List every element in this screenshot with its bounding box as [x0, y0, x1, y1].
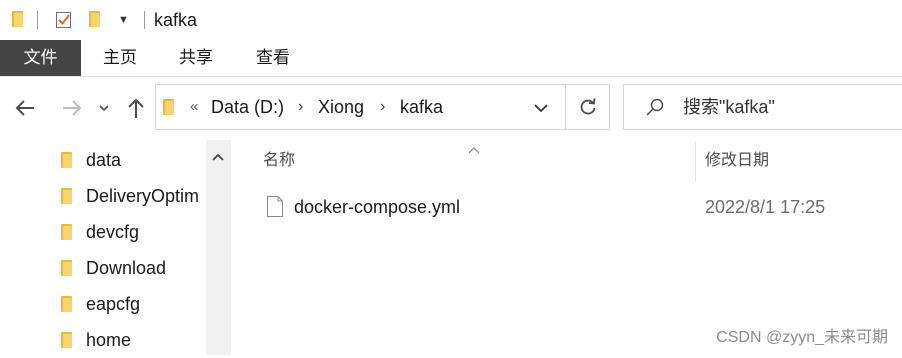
up-arrow-icon[interactable] — [126, 96, 146, 120]
tab-share[interactable]: 共享 — [168, 40, 224, 76]
folder-icon — [163, 99, 174, 115]
breadcrumb-overflow[interactable]: « — [190, 96, 198, 118]
tab-home[interactable]: 主页 — [92, 40, 148, 76]
file-row[interactable]: docker-compose.yml 2022/8/1 17:25 — [231, 189, 902, 225]
nav-item-label: eapcfg — [86, 294, 141, 314]
window-title: kafka — [154, 10, 198, 30]
breadcrumb-folder[interactable]: Xiong — [318, 96, 364, 118]
folder-icon — [61, 152, 72, 168]
nav-item-data[interactable]: data — [0, 142, 206, 178]
file-date-modified: 2022/8/1 17:25 — [705, 197, 826, 217]
chevron-down-icon[interactable] — [533, 101, 549, 115]
tab-file[interactable]: 文件 — [0, 40, 81, 76]
breadcrumb-drive[interactable]: Data (D:) — [211, 96, 284, 118]
title-bar: ▼ kafka — [0, 0, 902, 40]
tab-view[interactable]: 查看 — [244, 40, 302, 76]
sort-up-icon — [468, 141, 480, 154]
folder-icon — [61, 188, 72, 204]
folder-icon — [61, 332, 72, 348]
back-arrow-icon[interactable] — [14, 97, 36, 119]
checkmark-properties-icon[interactable] — [56, 11, 72, 29]
file-icon — [267, 196, 283, 217]
folder-icon — [61, 260, 72, 276]
nav-item-download[interactable]: Download — [0, 250, 206, 286]
nav-item-eapcfg[interactable]: eapcfg — [0, 286, 206, 322]
title-separator — [144, 11, 145, 29]
file-name: docker-compose.yml — [294, 197, 461, 217]
column-header-date-modified[interactable]: 修改日期 — [705, 150, 769, 172]
search-placeholder[interactable]: 搜索"kafka" — [683, 96, 775, 118]
nav-item-label: DeliveryOptim — [86, 186, 200, 206]
folder-icon — [61, 296, 72, 312]
search-icon — [645, 97, 665, 117]
nav-item-label: data — [86, 150, 122, 170]
nav-item-devcfg[interactable]: devcfg — [0, 214, 206, 250]
refresh-icon[interactable] — [578, 97, 598, 117]
breadcrumb-current[interactable]: kafka — [400, 96, 443, 118]
forward-arrow-icon[interactable] — [61, 97, 83, 119]
scroll-up-icon[interactable] — [211, 149, 225, 161]
recent-locations-icon[interactable] — [98, 101, 110, 113]
watermark: CSDN @zyyn_未来可期 — [716, 329, 888, 346]
chevron-right-icon[interactable]: › — [298, 96, 303, 118]
nav-item-home[interactable]: home — [0, 322, 206, 358]
nav-item-label: devcfg — [86, 222, 140, 242]
nav-scrollbar[interactable] — [206, 140, 231, 355]
nav-item-label: Download — [86, 258, 167, 278]
new-folder-icon[interactable] — [89, 11, 100, 27]
title-separator — [37, 11, 38, 29]
nav-item-deliveryoptim[interactable]: DeliveryOptim — [0, 178, 206, 214]
dropdown-icon[interactable]: ▼ — [118, 14, 129, 26]
column-divider[interactable] — [695, 142, 696, 182]
address-separator — [565, 84, 566, 130]
column-header-name[interactable]: 名称 — [263, 150, 295, 172]
chevron-right-icon[interactable]: › — [380, 96, 385, 118]
folder-icon[interactable] — [12, 11, 23, 27]
nav-item-label: home — [86, 330, 132, 350]
folder-icon — [61, 224, 72, 240]
